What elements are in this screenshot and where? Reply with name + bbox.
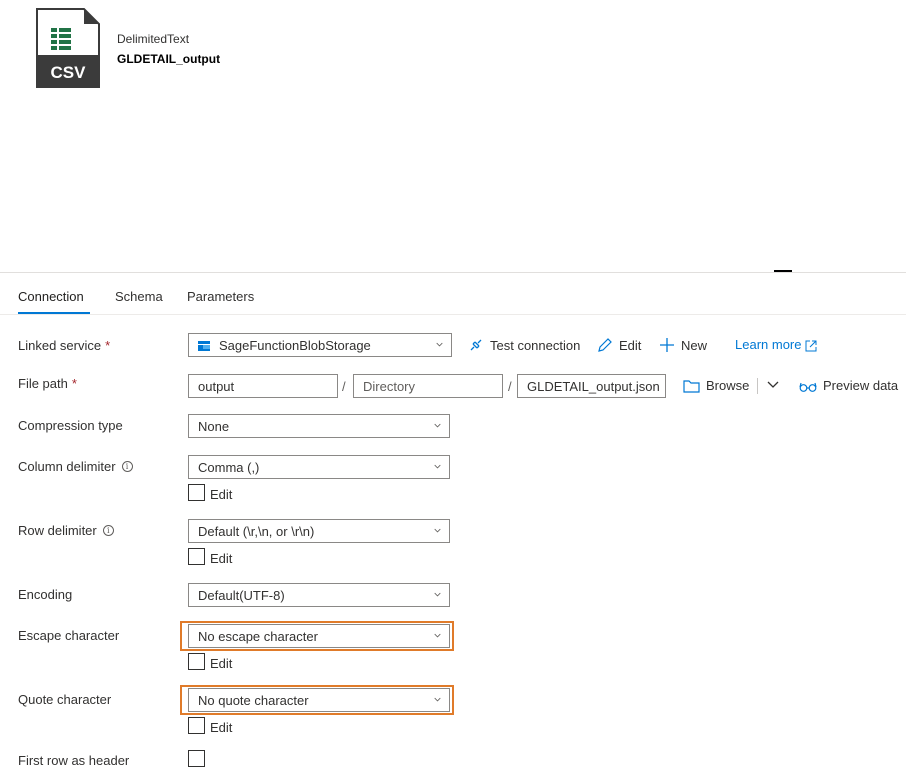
plus-icon [660, 338, 674, 352]
escape-character-edit-label: Edit [210, 656, 233, 671]
chevron-down-icon [436, 342, 443, 347]
first-row-header-label: First row as header [18, 753, 130, 768]
storage-icon [198, 341, 210, 351]
compression-type-value: None [198, 419, 230, 434]
column-delimiter-edit-checkbox[interactable] [188, 484, 205, 501]
chevron-down-icon [434, 423, 441, 428]
quote-character-dropdown[interactable]: No quote character [188, 688, 450, 712]
folder-icon [683, 380, 700, 393]
test-connection-label: Test connection [490, 338, 581, 353]
encoding-value: Default(UTF-8) [198, 588, 285, 603]
escape-character-edit-checkbox[interactable] [188, 653, 205, 670]
dataset-name: GLDETAIL_output [117, 52, 221, 66]
glasses-icon [799, 382, 817, 392]
chevron-down-icon [434, 528, 441, 533]
compression-type-dropdown[interactable]: None [188, 414, 450, 438]
row-delimiter-dropdown[interactable]: Default (\r,\n, or \r\n) [188, 519, 450, 543]
row-delimiter-label: Row delimiter i [18, 523, 114, 538]
column-delimiter-dropdown[interactable]: Comma (,) [188, 455, 450, 479]
test-connection-button[interactable]: Test connection [468, 337, 580, 353]
info-icon[interactable]: i [121, 461, 133, 472]
preview-data-label: Preview data [823, 378, 899, 393]
file-value: GLDETAIL_output.json [527, 379, 660, 394]
column-delimiter-edit-label: Edit [210, 487, 233, 502]
file-path-directory-input[interactable]: Directory [353, 374, 503, 398]
escape-character-value: No escape character [198, 629, 318, 644]
quote-character-label: Quote character [18, 692, 112, 707]
browse-button[interactable]: Browse [683, 378, 749, 393]
info-icon[interactable]: i [102, 525, 114, 536]
linked-service-value: SageFunctionBlobStorage [219, 338, 371, 353]
chevron-down-icon [434, 633, 441, 638]
file-path-container-input[interactable]: output [188, 374, 338, 398]
path-separator: / [342, 379, 346, 394]
pencil-icon [598, 338, 612, 352]
row-delimiter-edit-label: Edit [210, 551, 233, 566]
learn-more-label: Learn more [735, 337, 802, 352]
tab-connection[interactable]: Connection [18, 289, 84, 304]
quote-character-edit-label: Edit [210, 720, 233, 735]
escape-character-label: Escape character [18, 628, 120, 643]
browse-label: Browse [706, 378, 750, 393]
directory-placeholder: Directory [363, 379, 416, 394]
csv-icon-text: CSV [51, 63, 87, 82]
path-separator: / [508, 379, 512, 394]
file-path-file-input[interactable]: GLDETAIL_output.json [517, 374, 666, 398]
dataset-type: DelimitedText [117, 32, 190, 46]
column-delimiter-label: Column delimiter i [18, 459, 133, 474]
chevron-down-icon[interactable] [767, 381, 779, 389]
row-delimiter-value: Default (\r,\n, or \r\n) [198, 524, 315, 539]
linked-service-label: Linked service * [18, 338, 111, 353]
escape-character-dropdown[interactable]: No escape character [188, 624, 450, 648]
column-delimiter-value: Comma (,) [198, 460, 260, 475]
quote-character-value: No quote character [198, 693, 309, 708]
quote-character-edit-checkbox[interactable] [188, 717, 205, 734]
row-delimiter-edit-checkbox[interactable] [188, 548, 205, 565]
tab-parameters[interactable]: Parameters [187, 289, 254, 304]
file-path-label: File path * [18, 376, 77, 391]
chevron-down-icon [434, 464, 441, 469]
learn-more-link[interactable]: Learn more [735, 337, 817, 352]
container-value: output [198, 379, 235, 394]
tabs-divider [0, 314, 906, 315]
panel-divider [0, 272, 906, 273]
plug-icon [470, 339, 482, 351]
new-label: New [681, 338, 708, 353]
edit-label: Edit [619, 338, 642, 353]
csv-file-icon: CSV [36, 8, 100, 88]
encoding-label: Encoding [18, 587, 73, 602]
new-linked-service-button[interactable]: New [659, 337, 707, 353]
browse-separator [757, 378, 758, 394]
edit-linked-service-button[interactable]: Edit [597, 337, 641, 353]
first-row-header-checkbox[interactable] [188, 750, 205, 767]
compression-type-label: Compression type [18, 418, 123, 433]
chevron-down-icon [434, 592, 441, 597]
chevron-down-icon [434, 697, 441, 702]
preview-data-button[interactable]: Preview data [799, 378, 898, 393]
linked-service-dropdown[interactable]: SageFunctionBlobStorage [188, 333, 452, 357]
encoding-dropdown[interactable]: Default(UTF-8) [188, 583, 450, 607]
external-link-icon [805, 340, 817, 352]
tab-schema[interactable]: Schema [115, 289, 163, 304]
